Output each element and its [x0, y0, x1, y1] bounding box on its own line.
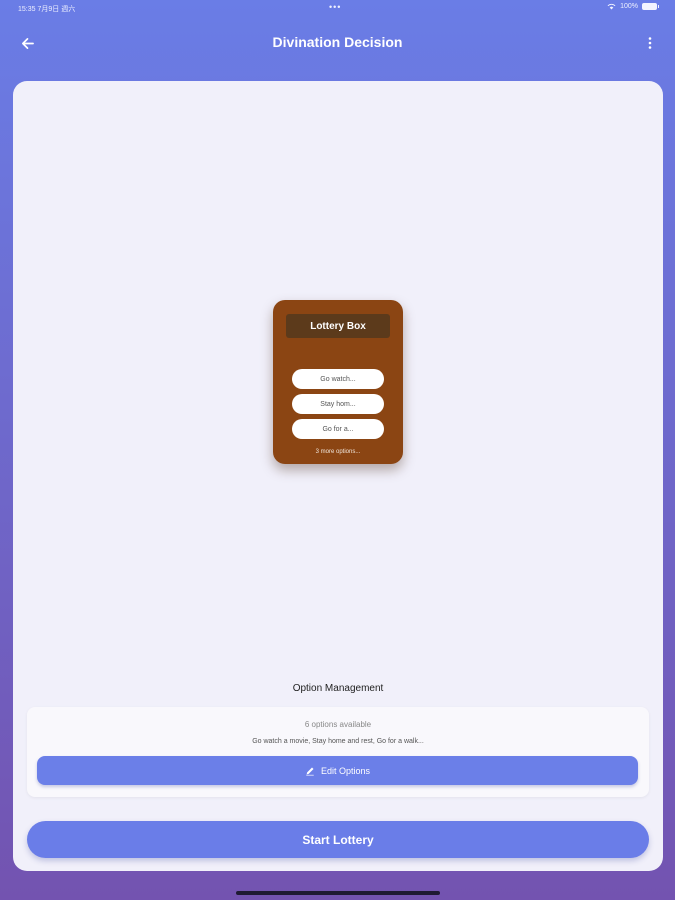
pencil-icon: [306, 767, 314, 775]
option-management-title: Option Management: [292, 683, 384, 694]
lottery-option: Go for a...: [292, 419, 384, 439]
wifi-icon: [607, 3, 616, 10]
lottery-option: Stay hom...: [292, 394, 384, 414]
battery-icon: [642, 3, 659, 10]
status-right: 100%: [607, 3, 659, 10]
edit-options-button[interactable]: Edit Options: [37, 756, 638, 785]
more-options-button[interactable]: [639, 30, 661, 56]
main-card: Lottery Box Go watch... Stay hom... Go f…: [13, 81, 663, 871]
battery-percent: 100%: [620, 3, 638, 10]
lottery-box-title: Lottery Box: [286, 314, 390, 338]
start-lottery-button[interactable]: Start Lottery: [27, 821, 649, 858]
lottery-option: Go watch...: [292, 369, 384, 389]
more-options-text: 3 more options...: [315, 449, 361, 455]
status-bar: 15:35 7月9日 週六 ••• 100%: [0, 0, 675, 16]
options-summary: Go watch a movie, Stay home and rest, Go…: [252, 738, 424, 745]
app-bar: Divination Decision: [0, 22, 675, 62]
options-count: 6 options available: [304, 720, 372, 729]
status-time: 15:35 7月9日 週六: [18, 6, 76, 13]
options-panel: 6 options available Go watch a movie, St…: [27, 707, 649, 797]
lottery-box[interactable]: Lottery Box Go watch... Stay hom... Go f…: [273, 300, 403, 464]
home-indicator[interactable]: [236, 891, 440, 895]
multitask-dots: •••: [329, 2, 342, 12]
more-vertical-icon: [648, 37, 652, 49]
page-title: Divination Decision: [272, 34, 403, 50]
edit-options-label: Edit Options: [320, 765, 371, 776]
